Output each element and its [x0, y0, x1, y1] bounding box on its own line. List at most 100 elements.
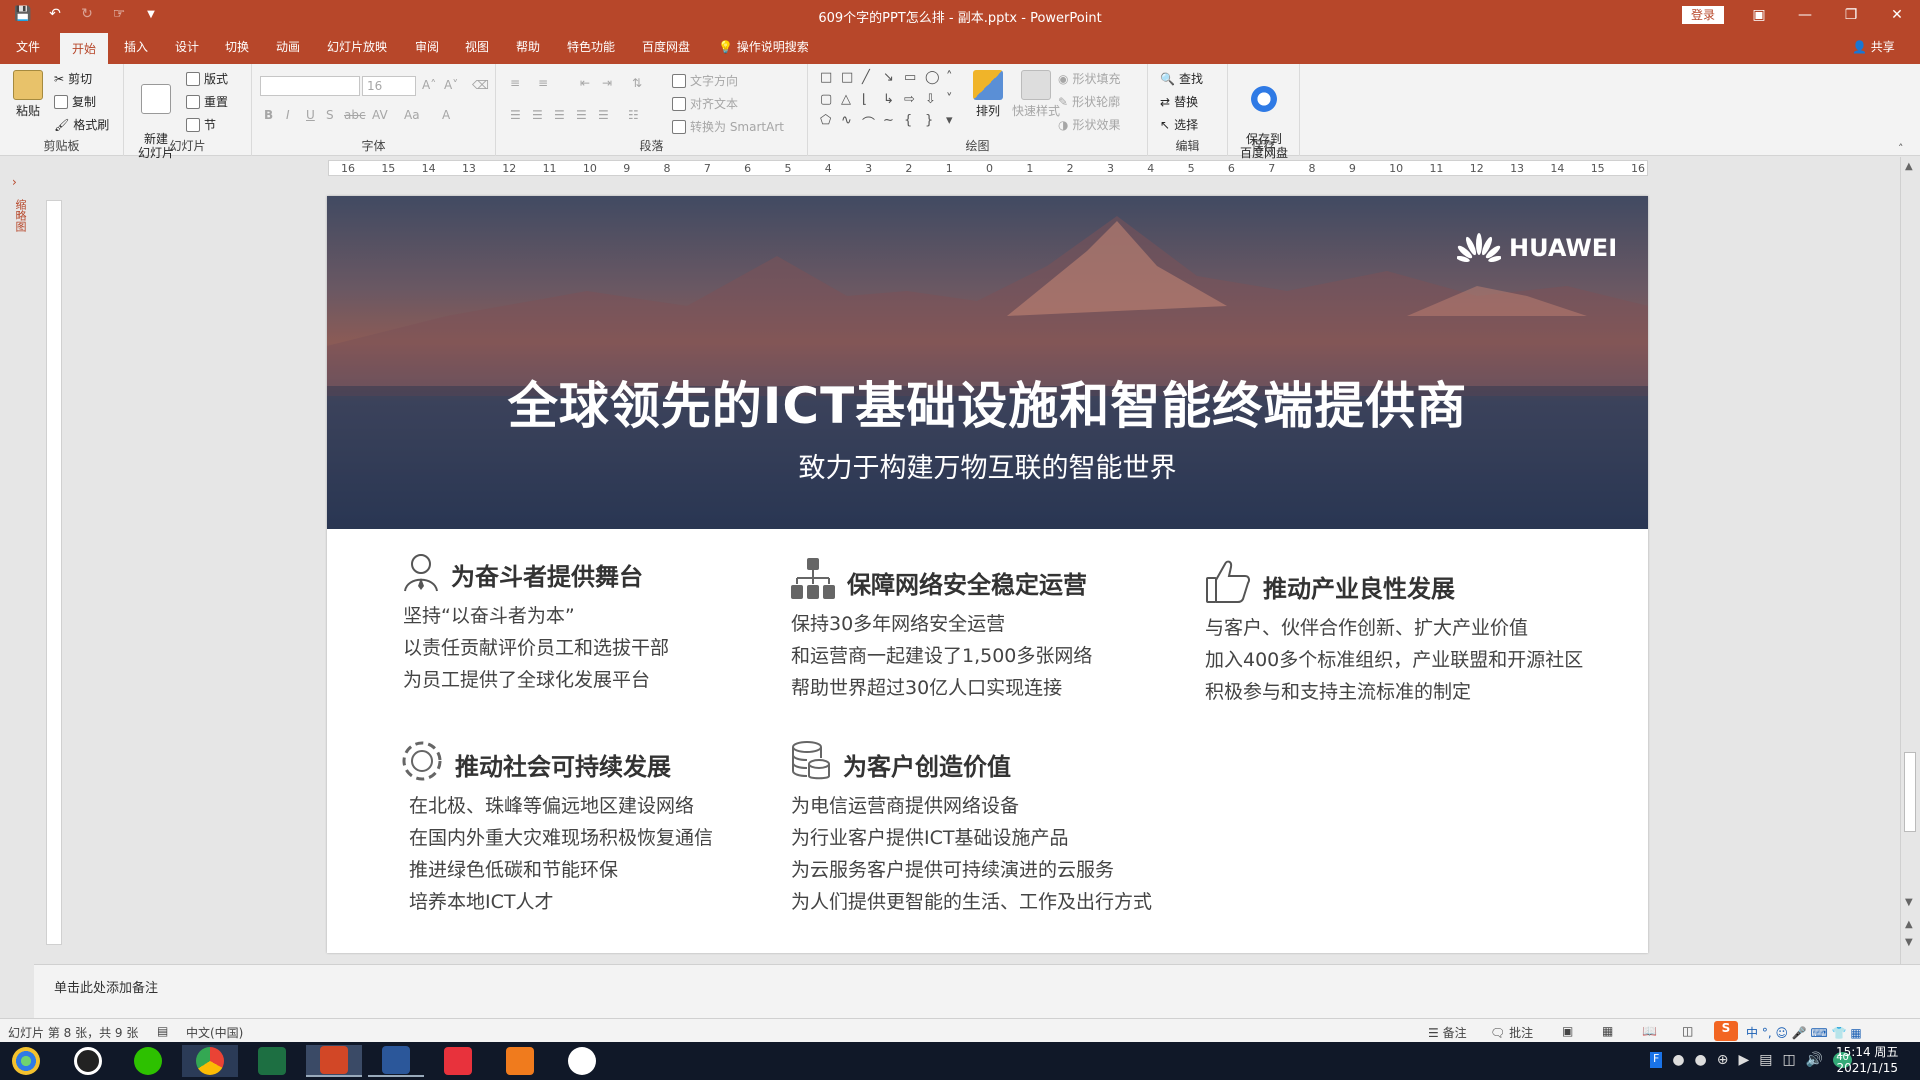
sogou-ime-icon[interactable]: S: [1714, 1021, 1738, 1041]
section-strivers[interactable]: 为奋斗者提供舞台 坚持“以奋斗者为本” 以责任贡献评价员工和选拔干部 为员工提供…: [403, 552, 669, 696]
line-spacing-icon[interactable]: ⇅: [632, 76, 642, 90]
find-button[interactable]: 🔍 查找: [1160, 70, 1203, 87]
minimize-button[interactable]: —: [1782, 0, 1828, 30]
shape-outline-button[interactable]: ✎ 形状轮廓: [1058, 93, 1120, 110]
cut-button[interactable]: ✂ 剪切: [54, 70, 92, 87]
taskbar-wechat[interactable]: [120, 1045, 176, 1077]
strikethrough-icon[interactable]: abc: [344, 108, 366, 122]
bullets-icon[interactable]: ≡: [510, 76, 520, 90]
tab-transitions[interactable]: 切换: [225, 38, 249, 55]
text-direction-button[interactable]: 文字方向: [672, 72, 738, 89]
copy-button[interactable]: 复制: [54, 93, 96, 110]
increase-indent-icon[interactable]: ⇥: [602, 76, 612, 90]
char-spacing-icon[interactable]: AV: [372, 108, 388, 122]
tab-home[interactable]: 开始: [60, 33, 109, 64]
scroll-thumb[interactable]: [1904, 752, 1916, 832]
tray-action-center-icon[interactable]: ▶: [1739, 1052, 1750, 1068]
quick-styles-button[interactable]: 快速样式: [1008, 70, 1064, 118]
taskbar-excel[interactable]: [244, 1045, 300, 1077]
maximize-button[interactable]: ❐: [1828, 0, 1874, 30]
clear-format-icon[interactable]: ⌫: [472, 78, 489, 92]
format-painter-button[interactable]: 🖌 格式刷: [54, 116, 109, 133]
scroll-up-icon[interactable]: ˄: [946, 70, 964, 89]
bold-icon[interactable]: B: [264, 108, 273, 122]
paste-button[interactable]: 粘贴: [8, 70, 48, 118]
tray-wechat-icon[interactable]: ●: [1672, 1052, 1684, 1068]
taskbar-pdf[interactable]: [492, 1045, 548, 1077]
shrink-font-icon[interactable]: A˅: [444, 78, 458, 92]
oval-shape-icon[interactable]: ◯: [925, 70, 943, 89]
taskbar-clock[interactable]: 15:14 周五 2021/1/15: [1836, 1044, 1898, 1076]
shapes-gallery[interactable]: □ □ ╱ ↘ ▭ ◯ ˄ ▢ △ ⌊ ↳ ⇨ ⇩ ˅ ⬠ ∿ ⌒ ∼{} ▾: [820, 70, 960, 136]
tab-baidu-netdisk[interactable]: 百度网盘: [642, 38, 690, 55]
align-text-button[interactable]: 对齐文本: [672, 95, 738, 112]
elbow-connector-shape-icon[interactable]: ↳: [883, 92, 901, 111]
thumbnails-label[interactable]: 缩略图: [12, 199, 28, 232]
previous-slide-icon[interactable]: ▲: [1905, 919, 1913, 930]
tab-review[interactable]: 审阅: [415, 38, 439, 55]
tab-help[interactable]: 帮助: [516, 38, 540, 55]
rectangle-shape-icon[interactable]: ▭: [904, 70, 922, 89]
more-shapes-icon[interactable]: ▾: [946, 113, 964, 136]
slide-title[interactable]: 全球领先的ICT基础设施和智能终端提供商: [327, 366, 1648, 438]
columns-icon[interactable]: ☷: [628, 108, 639, 122]
scroll-down-icon[interactable]: ˅: [946, 92, 964, 111]
line-shape-icon[interactable]: ╱: [862, 70, 880, 89]
justify-icon[interactable]: ☰: [576, 108, 587, 122]
start-button[interactable]: [0, 1045, 52, 1077]
connector-shape-icon[interactable]: ⌊: [862, 92, 880, 111]
comments-toggle[interactable]: 🗨 批注: [1490, 1024, 1533, 1041]
tray-network-icon[interactable]: ◫: [1783, 1052, 1796, 1068]
arc-shape-icon[interactable]: ⌒: [862, 113, 880, 136]
italic-icon[interactable]: I: [286, 108, 290, 122]
slide-subtitle[interactable]: 致力于构建万物互联的智能世界: [327, 446, 1648, 485]
expand-thumbnails-icon[interactable]: ›: [12, 175, 17, 189]
tab-slideshow[interactable]: 幻灯片放映: [327, 38, 387, 55]
next-slide-icon[interactable]: ▼: [1905, 937, 1913, 948]
tray-volume-icon[interactable]: 🔊: [1806, 1052, 1823, 1068]
normal-view-icon[interactable]: ▣: [1562, 1024, 1573, 1038]
spellcheck-icon[interactable]: ▤: [157, 1024, 168, 1038]
reading-view-icon[interactable]: 📖: [1642, 1024, 1657, 1038]
smartart-button[interactable]: 转换为 SmartArt: [672, 118, 784, 135]
align-right-icon[interactable]: ☰: [554, 108, 565, 122]
taskbar-xmind[interactable]: [430, 1045, 486, 1077]
scroll-up-arrow-icon[interactable]: ▲: [1905, 161, 1913, 172]
replace-button[interactable]: ⇄ 替换: [1160, 93, 1198, 110]
tab-design[interactable]: 设计: [175, 38, 199, 55]
slide-sorter-icon[interactable]: ▦: [1602, 1024, 1613, 1038]
triangle-shape-icon[interactable]: △: [841, 92, 859, 111]
numbering-icon[interactable]: ≡: [538, 76, 548, 90]
horizontal-ruler[interactable]: 16 15 14 13 12 11 10 9 8 7 6 5 4 3 2 1 0 1 2 3 4 5 6 7 8 9 10 11 12 1…: [328, 160, 1648, 176]
change-case-icon[interactable]: Aa: [404, 108, 420, 122]
share-button[interactable]: 👤 共享: [1852, 38, 1895, 55]
right-brace-shape-icon[interactable]: }: [925, 113, 943, 136]
font-size-combo[interactable]: 16: [362, 76, 416, 96]
slideshow-icon[interactable]: ◫: [1682, 1024, 1693, 1038]
slide-canvas[interactable]: HUAWEI 全球领先的ICT基础设施和智能终端提供商 致力于构建万物互联的智能…: [327, 196, 1648, 953]
font-name-combo[interactable]: [260, 76, 360, 96]
tab-special-features[interactable]: 特色功能: [567, 38, 615, 55]
taskbar-powerpoint[interactable]: [306, 1045, 362, 1077]
close-button[interactable]: ✕: [1874, 0, 1920, 30]
notes-placeholder[interactable]: 单击此处添加备注: [54, 977, 158, 996]
section-customer-value[interactable]: 为客户创造价值 为电信运营商提供网络设备 为行业客户提供ICT基础设施产品 为云…: [791, 740, 1152, 918]
down-arrow-shape-icon[interactable]: ⇩: [925, 92, 943, 111]
taskbar-qq[interactable]: [60, 1045, 116, 1077]
freeform-shape-icon[interactable]: ⬠: [820, 113, 838, 136]
scroll-down-arrow-icon[interactable]: ▼: [1905, 897, 1913, 908]
align-left-icon[interactable]: ☰: [510, 108, 521, 122]
select-button[interactable]: ↖ 选择: [1160, 116, 1198, 133]
tell-me-search[interactable]: 💡 操作说明搜索: [718, 38, 809, 55]
right-arrow-shape-icon[interactable]: ⇨: [904, 92, 922, 111]
notes-toggle[interactable]: ☰ 备注: [1428, 1024, 1467, 1041]
tray-plus-icon[interactable]: ⊕: [1717, 1052, 1729, 1068]
tray-device-icon[interactable]: ▤: [1759, 1052, 1772, 1068]
rounded-rect-shape-icon[interactable]: ▢: [820, 92, 838, 111]
left-brace-shape-icon[interactable]: {: [904, 113, 922, 136]
arrow-line-shape-icon[interactable]: ↘: [883, 70, 901, 89]
taskbar-word[interactable]: [368, 1045, 424, 1077]
section-button[interactable]: 节: [186, 116, 216, 133]
wave-shape-icon[interactable]: ∼: [883, 113, 901, 136]
ime-status-icons[interactable]: 中 °, ☺ 🎤 ⌨ 👕 ▦: [1746, 1024, 1862, 1041]
